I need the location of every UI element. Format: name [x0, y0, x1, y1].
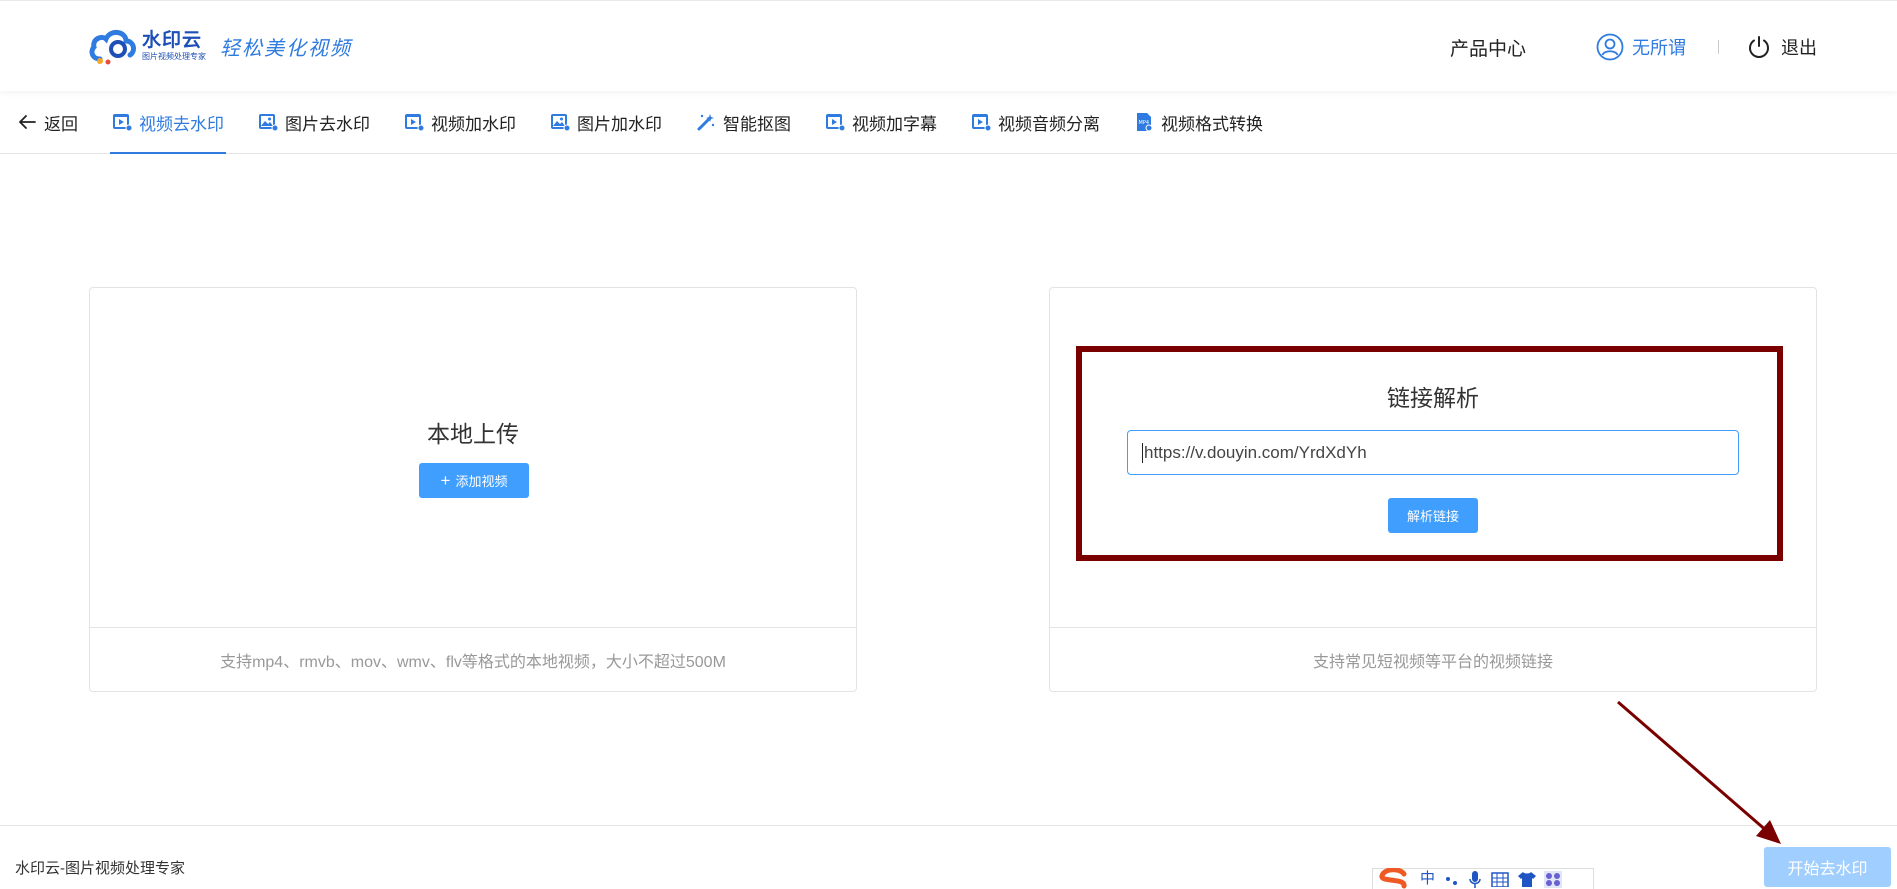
cloud-logo-icon [88, 27, 138, 65]
sogou-logo-icon [1376, 867, 1414, 889]
video-icon [113, 114, 132, 132]
keyboard-icon[interactable] [1491, 871, 1509, 887]
tab-smart-cutout[interactable]: 智能抠图 [694, 91, 793, 154]
mic-icon[interactable] [1468, 870, 1482, 888]
header-nav: 产品中心 无所谓 退出 [1450, 31, 1817, 63]
plus-icon: + [440, 471, 451, 490]
tab-video-audio-separate[interactable]: 视频音频分离 [969, 91, 1102, 154]
ime-mode[interactable]: 中 [1420, 869, 1435, 889]
grid-icon[interactable] [1543, 870, 1563, 888]
logo-name: 水印云 [142, 29, 203, 51]
text-caret [1142, 442, 1143, 463]
logout-button[interactable]: 退出 [1747, 34, 1817, 60]
divider [1718, 40, 1719, 54]
logout-label: 退出 [1781, 38, 1817, 58]
start-button-label: 开始去水印 [1787, 861, 1868, 878]
username: 无所谓 [1632, 38, 1686, 58]
tab-video-watermark-remove[interactable]: 视频去水印 [110, 91, 226, 154]
back-button[interactable]: 返回 [18, 91, 78, 154]
tab-video-watermark-add[interactable]: 视频加水印 [402, 91, 518, 154]
user-menu[interactable]: 无所谓 [1596, 33, 1686, 61]
start-remove-watermark-button[interactable]: 开始去水印 [1764, 847, 1891, 887]
add-video-button[interactable]: + 添加视频 [419, 463, 529, 498]
logo[interactable]: 水印云 图片视频处理专家 轻松美化视频 [88, 27, 352, 65]
video-link-input[interactable]: https://v.douyin.com/YrdXdYh [1127, 430, 1739, 475]
product-center-link[interactable]: 产品中心 [1450, 34, 1526, 61]
local-upload-card: 本地上传 + 添加视频 支持mp4、rmvb、mov、wmv、flv等格式的本地… [89, 287, 857, 692]
mp4-file-icon: MP4 [1137, 113, 1153, 132]
video-icon [826, 114, 845, 132]
tab-label: 图片加水印 [577, 114, 662, 134]
video-icon [405, 114, 424, 132]
tab-label: 视频加水印 [431, 114, 516, 134]
tab-label: 智能抠图 [723, 114, 791, 134]
shirt-icon[interactable] [1517, 871, 1537, 887]
footer-bar: 水印云-图片视频处理专家 开始去水印 [0, 825, 1897, 889]
local-upload-title: 本地上传 [427, 421, 519, 447]
image-icon [551, 114, 570, 132]
link-parse-footnote: 支持常见短视频等平台的视频链接 [1050, 627, 1816, 691]
tab-label: 视频音频分离 [998, 114, 1100, 134]
ime-toolbar[interactable]: 中 [1372, 867, 1594, 889]
tab-label: 视频格式转换 [1161, 114, 1263, 134]
footer-text: 水印云-图片视频处理专家 [15, 860, 185, 877]
add-video-label: 添加视频 [455, 474, 508, 489]
logo-subtitle: 图片视频处理专家 [142, 51, 206, 61]
tab-image-watermark-add[interactable]: 图片加水印 [548, 91, 664, 154]
tab-video-subtitles[interactable]: 视频加字幕 [823, 91, 939, 154]
tab-label: 视频去水印 [139, 114, 224, 134]
logo-slogan: 轻松美化视频 [220, 35, 352, 60]
tab-video-format-convert[interactable]: MP4 视频格式转换 [1132, 91, 1265, 154]
power-icon [1749, 36, 1769, 58]
tab-label: 图片去水印 [285, 114, 370, 134]
tool-tabs: 返回 视频去水印 图片去水印 视频加水印 图片加水印 智能抠图 视频加字幕 视频… [0, 91, 1897, 154]
back-label: 返回 [44, 114, 78, 134]
local-upload-footnote: 支持mp4、rmvb、mov、wmv、flv等格式的本地视频，大小不超过500M [90, 627, 856, 691]
top-header: 水印云 图片视频处理专家 轻松美化视频 产品中心 无所谓 退出 [0, 0, 1897, 91]
user-avatar-icon [1596, 33, 1624, 61]
video-link-value: https://v.douyin.com/YrdXdYh [1144, 442, 1367, 462]
image-icon [259, 114, 278, 132]
video-icon [972, 114, 991, 132]
arrow-left-icon [19, 115, 36, 129]
magic-wand-icon [697, 114, 715, 131]
dots-icon[interactable] [1444, 871, 1460, 887]
tab-image-watermark-remove[interactable]: 图片去水印 [256, 91, 372, 154]
tab-label: 视频加字幕 [852, 114, 937, 134]
